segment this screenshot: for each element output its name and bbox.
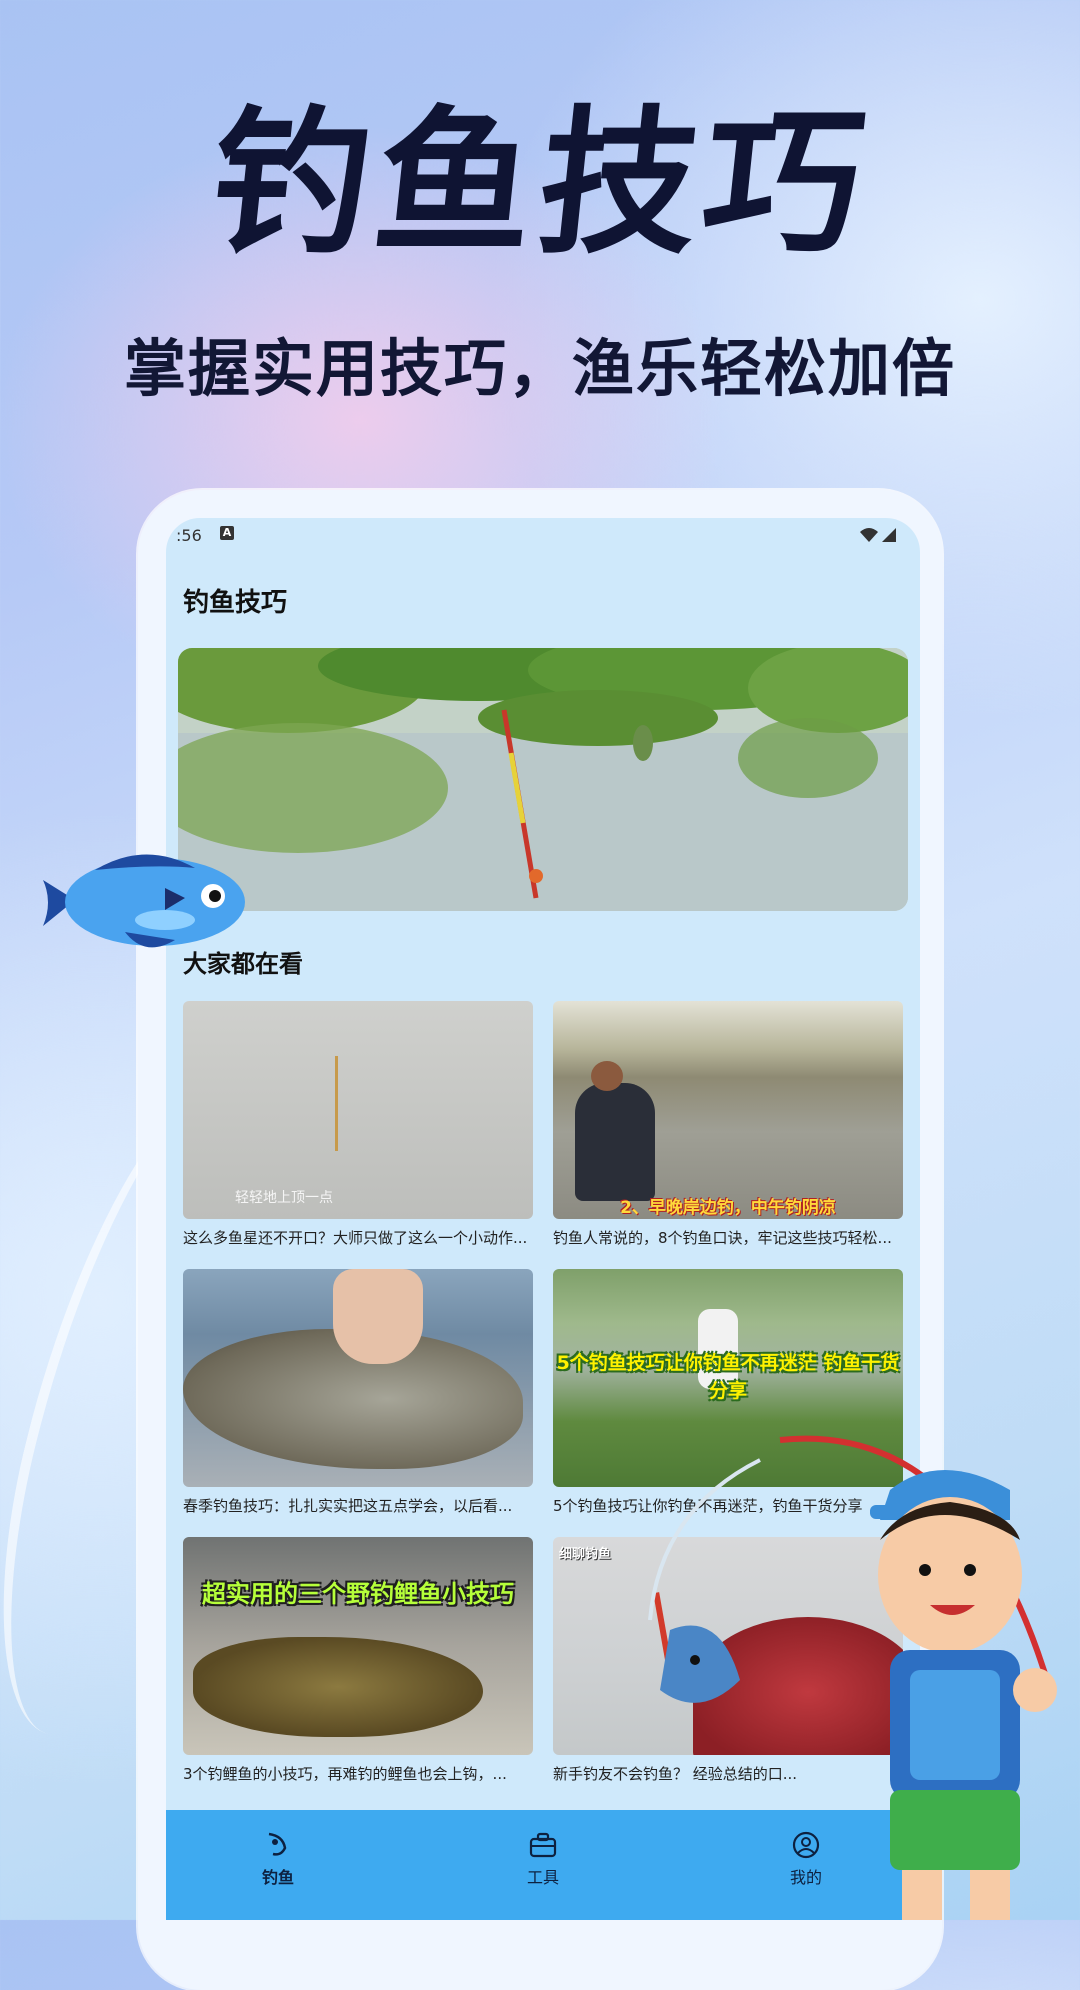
nav-item-tools[interactable]: 工具 <box>493 1830 593 1888</box>
fishing-icon <box>268 1832 287 1856</box>
wifi-icon <box>860 528 896 542</box>
video-caption: 3个钓鲤鱼的小技巧，再难钓的鲤鱼也会上钩，... <box>183 1765 507 1783</box>
video-card[interactable]: 2、早晚岸边钓，中午钓阴凉 钓鱼人常说的，8个钓鱼口诀，牢记这些技巧轻松... <box>553 1001 903 1248</box>
video-card[interactable]: 轻轻地上顶一点 这么多鱼星还不开口？大师只做了这么一个小动作... <box>183 1001 533 1248</box>
video-thumbnail: 2、早晚岸边钓，中午钓阴凉 <box>553 1001 903 1219</box>
nav-item-fishing[interactable]: 钓鱼 <box>228 1830 328 1888</box>
a-icon: A <box>220 526 234 540</box>
thumbnail-overlay-text: 细聊钓鱼 <box>559 1547 612 1562</box>
hero-title: 钓鱼技巧 <box>202 92 878 276</box>
toolbox-icon <box>529 1832 557 1858</box>
status-bar: :56 A <box>166 518 920 568</box>
banner-image[interactable] <box>178 648 908 911</box>
video-card[interactable]: 春季钓鱼技巧：扎扎实实把这五点学会，以后看... <box>183 1269 533 1516</box>
banner-illustration <box>178 648 908 911</box>
status-time: :56 <box>176 526 202 545</box>
fish-illustration-icon <box>43 854 245 948</box>
fisherman-boy-illustration-icon <box>648 1435 1057 1920</box>
nav-label: 工具 <box>526 1868 559 1887</box>
video-caption: 钓鱼人常说的，8个钓鱼口诀，牢记这些技巧轻松... <box>553 1229 892 1247</box>
thumbnail-overlay-text: 超实用的三个野钓鲤鱼小技巧 <box>202 1580 514 1608</box>
video-thumbnail: 超实用的三个野钓鲤鱼小技巧 <box>183 1537 533 1755</box>
video-thumbnail <box>183 1269 533 1487</box>
thumbnail-overlay-text: 5个钓鱼技巧让你钓鱼不再迷茫 钓鱼干货分享 <box>556 1352 900 1402</box>
nav-label: 钓鱼 <box>261 1868 294 1887</box>
video-thumbnail: 轻轻地上顶一点 <box>183 1001 533 1219</box>
video-caption: 春季钓鱼技巧：扎扎实实把这五点学会，以后看... <box>183 1497 513 1515</box>
app-title: 钓鱼技巧 <box>183 588 288 618</box>
hero-subtitle: 掌握实用技巧，渔乐轻松加倍 <box>123 332 956 405</box>
thumbnail-overlay-text: 2、早晚岸边钓，中午钓阴凉 <box>620 1198 836 1218</box>
thumbnail-overlay-text: 轻轻地上顶一点 <box>235 1190 333 1206</box>
video-caption: 这么多鱼星还不开口？大师只做了这么一个小动作... <box>183 1229 528 1247</box>
video-card[interactable]: 超实用的三个野钓鲤鱼小技巧 3个钓鲤鱼的小技巧，再难钓的鲤鱼也会上钩，... <box>183 1537 533 1784</box>
